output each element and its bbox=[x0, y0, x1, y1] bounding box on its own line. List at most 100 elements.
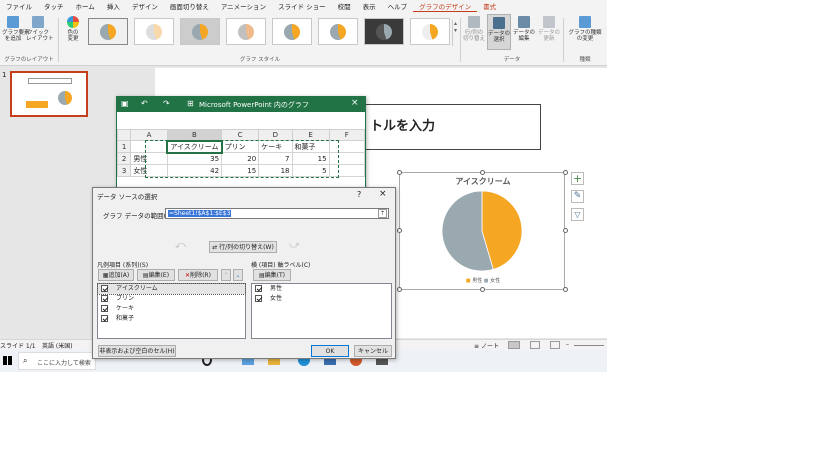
column-header[interactable]: C bbox=[221, 129, 260, 141]
resize-handle[interactable] bbox=[397, 228, 402, 233]
refresh-data-button[interactable]: データの 更新 bbox=[537, 16, 561, 42]
gallery-scroll[interactable]: ▴ ▾ bbox=[452, 20, 458, 46]
chart-style-7[interactable] bbox=[364, 18, 404, 45]
zoom-slider[interactable] bbox=[574, 345, 604, 346]
category-item[interactable]: 女性 bbox=[252, 294, 391, 304]
close-icon[interactable]: × bbox=[379, 189, 387, 199]
slide-title-placeholder[interactable]: トルを入力 bbox=[365, 104, 541, 150]
menu-item[interactable]: スライド ショー bbox=[272, 1, 332, 11]
checkbox[interactable] bbox=[101, 315, 108, 322]
resize-handle[interactable] bbox=[563, 170, 568, 175]
chart-styles-brush-icon[interactable]: ✎ bbox=[571, 190, 584, 203]
menu-item[interactable]: ホーム bbox=[70, 1, 101, 11]
column-header[interactable]: D bbox=[258, 129, 293, 141]
column-header[interactable]: F bbox=[328, 129, 366, 141]
series-item[interactable]: ケーキ bbox=[98, 304, 245, 314]
category-item[interactable]: 男性 bbox=[252, 284, 391, 294]
edit-series-button[interactable]: ▤編集(E) bbox=[137, 269, 175, 281]
edit-data-button[interactable]: データの 編集 bbox=[512, 16, 536, 42]
menu-item[interactable]: 校閲 bbox=[332, 1, 357, 11]
slide-thumbnail[interactable] bbox=[10, 71, 88, 117]
chart-style-1[interactable] bbox=[88, 18, 128, 45]
menu-item[interactable]: ファイル bbox=[0, 1, 38, 11]
column-header[interactable]: E bbox=[291, 129, 330, 141]
row-header[interactable]: 1 bbox=[116, 140, 132, 153]
change-chart-type-button[interactable]: グラフの種類 の変更 bbox=[565, 16, 605, 42]
close-icon[interactable]: × bbox=[351, 98, 359, 108]
switch-row-column-button[interactable]: 行/列の 切り替え bbox=[462, 16, 486, 42]
series-name: アイスクリーム bbox=[116, 285, 158, 292]
checkbox[interactable] bbox=[101, 305, 108, 312]
chart-frame[interactable]: アイスクリーム ■ 男性 ■ 女性 bbox=[399, 172, 565, 290]
chart-style-4[interactable] bbox=[226, 18, 266, 45]
column-header[interactable]: A bbox=[130, 129, 168, 141]
row-header[interactable]: 2 bbox=[116, 152, 132, 165]
resize-handle[interactable] bbox=[563, 228, 568, 233]
resize-handle[interactable] bbox=[397, 170, 402, 175]
redo-icon[interactable]: ↷ bbox=[163, 99, 170, 108]
resize-handle[interactable] bbox=[480, 287, 485, 292]
select-data-button[interactable]: データの 選択 bbox=[487, 14, 511, 50]
checkbox[interactable] bbox=[101, 295, 108, 302]
reading-view-icon[interactable] bbox=[550, 341, 560, 349]
select-data-source-dialog: データ ソースの選択 ? × グラフ データの範囲(D): =Sheet1!$A… bbox=[92, 187, 396, 359]
quick-layout-button[interactable]: クイック レイアウト bbox=[26, 16, 54, 42]
ok-button[interactable]: OK bbox=[311, 345, 349, 357]
menu-item[interactable]: 画面切り替え bbox=[164, 1, 215, 11]
zoom-minus-icon[interactable]: – bbox=[566, 341, 569, 348]
legend-dot: ■ bbox=[483, 278, 489, 284]
save-icon[interactable]: ▣ bbox=[121, 99, 129, 108]
legend-female: 女性 bbox=[490, 278, 501, 284]
add-series-button[interactable]: ▦追加(A) bbox=[98, 269, 134, 281]
resize-handle[interactable] bbox=[480, 170, 485, 175]
column-header[interactable]: B bbox=[166, 129, 223, 141]
chart-style-3[interactable] bbox=[180, 18, 220, 45]
row-header[interactable]: 3 bbox=[116, 164, 132, 177]
series-list[interactable]: アイスクリームプリン ケーキ 和菓子 bbox=[97, 283, 246, 339]
menu-item[interactable]: ヘルプ bbox=[382, 1, 414, 11]
help-icon[interactable]: ? bbox=[357, 190, 361, 199]
menu-item[interactable]: 書式 bbox=[477, 1, 502, 11]
menu-item[interactable]: 挿入 bbox=[101, 1, 126, 11]
category-list[interactable]: 男性 女性 bbox=[251, 283, 392, 339]
series-item[interactable]: 和菓子 bbox=[98, 314, 245, 324]
delete-series-button[interactable]: ✕削除(R) bbox=[178, 269, 218, 281]
chart-style-6[interactable] bbox=[318, 18, 358, 45]
chart-style-5[interactable] bbox=[272, 18, 312, 45]
chart-style-2[interactable] bbox=[134, 18, 174, 45]
move-up-button[interactable]: ⌃ bbox=[221, 269, 231, 281]
switch-row-column-dialog-button[interactable]: ⇄ 行/列の切り替え(W) bbox=[209, 241, 277, 253]
chart-style-8[interactable] bbox=[410, 18, 450, 45]
chart-elements-plus-icon[interactable]: + bbox=[571, 172, 584, 185]
taskbar-search-box[interactable]: ⌕ ここに入力して検索 bbox=[18, 352, 96, 370]
collapse-dialog-icon[interactable]: ⇡ bbox=[378, 209, 387, 218]
column-header[interactable] bbox=[116, 129, 132, 141]
notes-button[interactable]: ≡ ノート bbox=[474, 341, 499, 350]
move-down-button[interactable]: ⌄ bbox=[233, 269, 243, 281]
menu-item[interactable]: グラフのデザイン bbox=[413, 1, 478, 12]
checkbox[interactable] bbox=[255, 295, 262, 302]
resize-handle[interactable] bbox=[397, 287, 402, 292]
cancel-button[interactable]: キャンセル bbox=[354, 345, 392, 357]
add-chart-element-button[interactable]: グラフ要素 を追加 bbox=[2, 16, 30, 42]
series-item[interactable]: プリン bbox=[98, 294, 245, 304]
change-color-button[interactable]: 色の 変更 bbox=[62, 16, 84, 42]
chart-filter-funnel-icon[interactable]: ▽ bbox=[571, 208, 584, 221]
resize-handle[interactable] bbox=[563, 287, 568, 292]
windows-start-icon[interactable] bbox=[3, 356, 12, 365]
normal-view-icon[interactable] bbox=[508, 341, 520, 349]
range-input[interactable]: =Sheet1!$A$1:$E$3 ⇡ bbox=[165, 208, 389, 219]
excel-edit-icon[interactable]: ⊞ bbox=[187, 99, 194, 108]
checkbox[interactable] bbox=[101, 285, 108, 292]
arrow-right-icon: ⤻ bbox=[289, 240, 300, 251]
menu-item[interactable]: タッチ bbox=[38, 1, 70, 11]
edit-axis-labels-button[interactable]: ▤編集(T) bbox=[253, 269, 291, 281]
undo-icon[interactable]: ↶ bbox=[141, 99, 148, 108]
menu-item[interactable]: アニメーション bbox=[215, 1, 272, 11]
menu-item[interactable]: デザイン bbox=[126, 1, 164, 11]
series-item[interactable]: アイスクリーム bbox=[97, 283, 246, 295]
menu-item[interactable]: 表示 bbox=[357, 1, 382, 11]
checkbox[interactable] bbox=[255, 285, 262, 292]
sorter-view-icon[interactable] bbox=[530, 341, 540, 349]
hidden-empty-cells-button[interactable]: 非表示および空白のセル(H) bbox=[98, 345, 176, 357]
